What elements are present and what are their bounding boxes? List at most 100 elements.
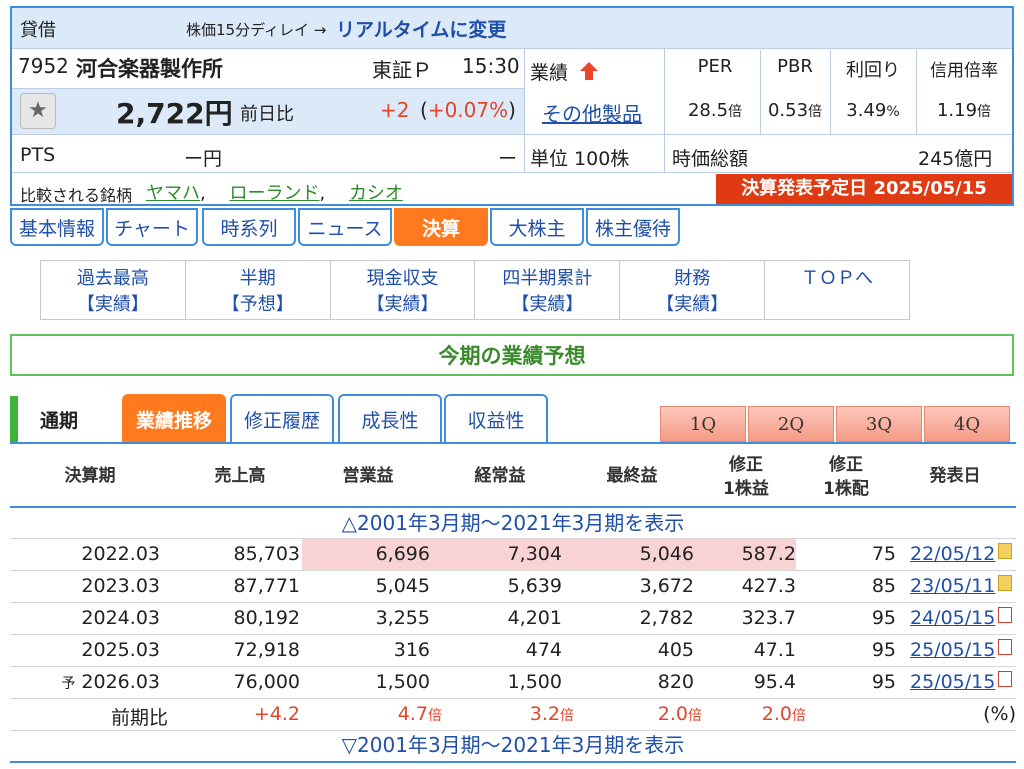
compare-casio[interactable]: カシオ xyxy=(349,183,403,204)
tab-timeseries[interactable]: 時系列 xyxy=(202,208,296,246)
row-date-link[interactable]: 25/05/15 xyxy=(910,671,995,693)
row-operating: 6,696 xyxy=(375,543,430,565)
submenu-quarterly[interactable]: 四半期累計 【実績】 xyxy=(475,261,621,319)
row-operating: 5,045 xyxy=(375,575,430,597)
metrics-grid: PER PBR 利回り 信用倍率 28.5倍 0.53倍 3.49% 1.19倍 xyxy=(670,50,1010,132)
tab-profitability[interactable]: 収益性 xyxy=(444,394,548,442)
row-sales: 76,000 xyxy=(233,671,300,693)
metric-per-label: PER xyxy=(697,56,733,77)
price-change: +2 xyxy=(380,98,410,122)
tab-trend[interactable]: 業績推移 xyxy=(122,394,226,442)
table-row: 2023.03 87,771 5,045 5,639 3,672 427.3 8… xyxy=(10,571,1016,602)
period-marker xyxy=(10,396,18,442)
row-operating: 1,500 xyxy=(375,671,430,693)
row-operating: 316 xyxy=(393,639,430,661)
market-cap-value: 245億円 xyxy=(918,148,993,170)
submenu-financial[interactable]: 財務 【実績】 xyxy=(620,261,766,319)
yoy-ordinary: 3.2倍 xyxy=(529,703,574,725)
market-cap-label: 時価総額 xyxy=(672,148,749,170)
submenu-cashflow[interactable]: 現金収支 【実績】 xyxy=(331,261,476,319)
compare-label: 比較される銘柄 xyxy=(20,186,133,205)
quarter-3q-button[interactable]: 3Q xyxy=(836,406,922,442)
row-ordinary: 7,304 xyxy=(507,543,562,565)
row-date-link[interactable]: 25/05/15 xyxy=(910,639,995,661)
row-sales: 85,703 xyxy=(233,543,300,565)
row-period: 2023.03 xyxy=(81,575,160,597)
stock-info-box: 貸借 株価15分ディレイ → リアルタイムに変更 7952 河合楽器製作所 東証… xyxy=(10,6,1014,206)
quarter-1q-button[interactable]: 1Q xyxy=(660,406,746,442)
tab-shareholders[interactable]: 大株主 xyxy=(490,208,584,246)
pdf-icon[interactable] xyxy=(998,607,1012,623)
row-period: 2025.03 xyxy=(81,639,160,661)
compare-yamaha[interactable]: ヤマハ xyxy=(146,183,200,204)
row-ordinary: 4,201 xyxy=(507,607,562,629)
tab-growth[interactable]: 成長性 xyxy=(338,394,442,442)
tab-chart[interactable]: チャート xyxy=(106,208,198,246)
price-change-pct: (+0.07%) xyxy=(420,98,516,122)
yoy-label: 前期比 xyxy=(110,707,168,729)
col-dps: 修正 1株配 xyxy=(823,455,869,499)
current-price: 2,722円 xyxy=(116,97,233,130)
col-operating: 営業益 xyxy=(342,466,394,486)
submenu-record-high[interactable]: 過去最高 【実績】 xyxy=(41,261,186,319)
tab-benefits[interactable]: 株主優待 xyxy=(586,208,680,246)
row-net: 3,672 xyxy=(639,575,694,597)
row-dps: 95 xyxy=(871,671,896,693)
pts-label: PTS xyxy=(20,144,56,166)
row-ordinary: 5,639 xyxy=(507,575,562,597)
pdf-icon[interactable] xyxy=(998,671,1012,687)
memo-icon[interactable] xyxy=(998,543,1012,559)
row-dps: 75 xyxy=(871,543,896,565)
row-period: 2024.03 xyxy=(81,607,160,629)
metric-yield-value: 3.49% xyxy=(846,100,900,121)
tab-revision[interactable]: 修正履歴 xyxy=(230,394,334,442)
realtime-link[interactable]: リアルタイムに変更 xyxy=(336,15,506,42)
pts-change: ー xyxy=(498,148,518,170)
metric-margin-label: 信用倍率 xyxy=(930,61,998,81)
star-icon[interactable]: ★ xyxy=(20,93,56,129)
metric-per-value: 28.5倍 xyxy=(687,100,743,121)
up-arrow-icon xyxy=(578,60,600,82)
quarter-2q-button[interactable]: 2Q xyxy=(748,406,834,442)
table-row: 予 2026.03 76,000 1,500 1,500 820 95.4 95… xyxy=(10,667,1016,698)
submenu-half[interactable]: 半期 【予想】 xyxy=(186,261,331,319)
metric-yield-label: 利回り xyxy=(846,60,900,81)
earnings-submenu: 過去最高 【実績】 半期 【予想】 現金収支 【実績】 四半期累計 【実績】 財務 【実績… xyxy=(40,260,910,320)
row-dps: 85 xyxy=(871,575,896,597)
tab-news[interactable]: ニュース xyxy=(298,208,392,246)
row-ordinary: 474 xyxy=(525,639,562,661)
submenu-top[interactable]: ＴＯＰへ xyxy=(765,261,909,319)
table-bottom-line xyxy=(10,761,1016,763)
row-eps: 95.4 xyxy=(753,671,796,693)
announce-banner: 決算発表予定日 2025/05/15 xyxy=(716,174,1012,204)
row-date-link[interactable]: 24/05/15 xyxy=(910,607,995,629)
tab-earnings[interactable]: 決算 xyxy=(394,208,488,246)
row-dps: 95 xyxy=(871,639,896,661)
col-period: 決算期 xyxy=(64,466,116,486)
yoy-eps: 2.0倍 xyxy=(761,703,806,725)
expand-bottom-link[interactable]: ▽2001年3月期～2021年3月期を表示 xyxy=(10,730,1016,760)
row-net: 5,046 xyxy=(639,543,694,565)
industry-link[interactable]: その他製品 xyxy=(542,98,642,127)
quarter-4q-button[interactable]: 4Q xyxy=(924,406,1010,442)
yoy-net: 2.0倍 xyxy=(657,703,702,725)
quote-time: 15:30 xyxy=(462,54,520,78)
row-eps: 587.2 xyxy=(741,543,796,565)
gyoseki-label: 業績 xyxy=(530,62,569,84)
compare-roland[interactable]: ローランド xyxy=(229,183,319,204)
row-dps: 95 xyxy=(871,607,896,629)
row-eps: 47.1 xyxy=(753,639,796,661)
tab-underline xyxy=(10,442,1016,444)
memo-icon[interactable] xyxy=(998,575,1012,591)
pdf-icon[interactable] xyxy=(998,639,1012,655)
expand-top-link[interactable]: △2001年3月期～2021年3月期を表示 xyxy=(10,508,1016,538)
header-bar xyxy=(12,8,1012,48)
stock-name: 河合楽器製作所 xyxy=(76,57,223,81)
row-ordinary: 1,500 xyxy=(507,671,562,693)
row-date-link[interactable]: 22/05/12 xyxy=(910,543,995,565)
row-sales: 72,918 xyxy=(233,639,300,661)
row-date-link[interactable]: 23/05/11 xyxy=(910,575,995,597)
row-sales: 87,771 xyxy=(233,575,300,597)
tab-basic[interactable]: 基本情報 xyxy=(10,208,104,246)
yoy-sales: +4.2 xyxy=(253,703,300,725)
